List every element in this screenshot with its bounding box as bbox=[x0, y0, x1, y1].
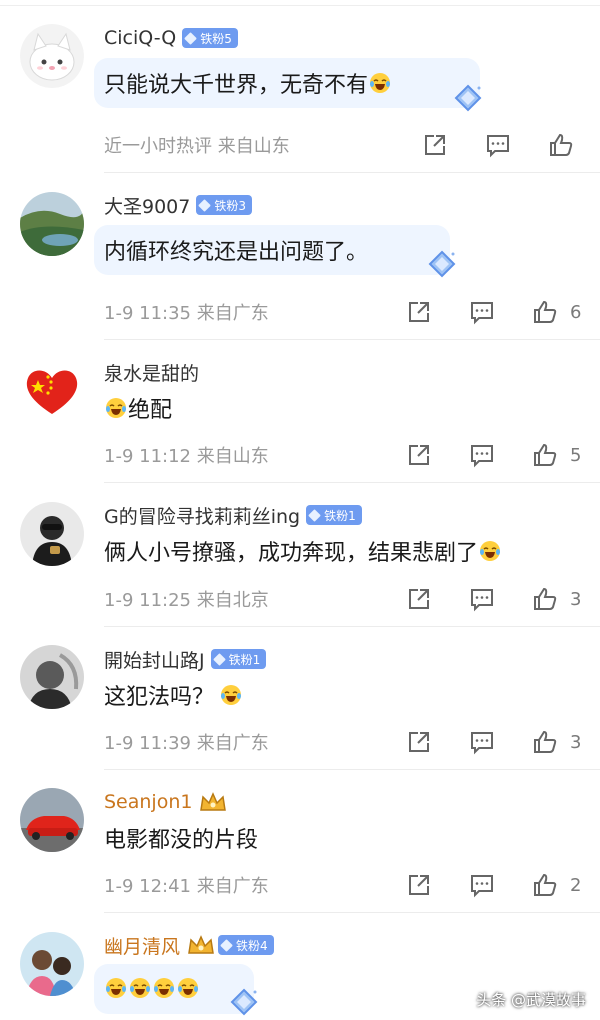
share-button[interactable] bbox=[406, 442, 432, 468]
username[interactable]: CiciQ-Q bbox=[104, 27, 176, 49]
avatar[interactable] bbox=[20, 24, 84, 88]
comment-button[interactable] bbox=[469, 299, 495, 325]
comment-meta: 1-9 11:25 来自北京 bbox=[104, 590, 269, 611]
comment-meta: 1-9 11:35 来自广东 bbox=[104, 303, 269, 324]
laugh-cry-emoji-icon bbox=[129, 977, 151, 999]
fan-badge: 铁粉3 bbox=[196, 195, 252, 215]
share-button[interactable] bbox=[406, 872, 432, 898]
comment-text: 绝配 bbox=[128, 398, 173, 423]
avatar[interactable] bbox=[20, 645, 84, 709]
diamond-icon bbox=[212, 652, 226, 666]
laugh-cry-emoji-icon bbox=[177, 977, 199, 999]
share-button[interactable] bbox=[422, 132, 448, 158]
like-button[interactable]: 3 bbox=[532, 586, 581, 612]
fan-badge: 铁粉5 bbox=[182, 28, 238, 48]
comment-button[interactable] bbox=[469, 586, 495, 612]
diamond-icon bbox=[184, 31, 198, 45]
share-button[interactable] bbox=[406, 299, 432, 325]
watermark: 头条 @武漠故事 bbox=[476, 991, 586, 1009]
diamond-icon bbox=[220, 938, 233, 952]
share-button[interactable] bbox=[406, 586, 432, 612]
comment-text: 俩人小号撩骚，成功奔现，结果悲剧了 bbox=[104, 541, 479, 566]
laugh-cry-emoji-icon bbox=[105, 977, 127, 999]
share-button[interactable] bbox=[406, 729, 432, 755]
crown-icon bbox=[186, 933, 216, 957]
like-button[interactable] bbox=[548, 132, 574, 158]
fan-badge: 铁粉4 bbox=[218, 935, 274, 955]
avatar[interactable] bbox=[20, 788, 84, 852]
like-count: 3 bbox=[570, 731, 582, 753]
comment-meta: 1-9 12:41 来自广东 bbox=[104, 876, 269, 897]
laugh-cry-emoji-icon bbox=[153, 977, 175, 999]
avatar[interactable] bbox=[20, 358, 84, 422]
laugh-cry-emoji-icon bbox=[105, 397, 127, 419]
comment-button[interactable] bbox=[469, 872, 495, 898]
username[interactable]: 開始封山路J bbox=[104, 646, 205, 673]
like-button[interactable]: 6 bbox=[532, 299, 581, 325]
like-button[interactable]: 5 bbox=[532, 442, 581, 468]
comment-button[interactable] bbox=[469, 442, 495, 468]
crown-icon bbox=[198, 790, 228, 814]
comment-meta: 1-9 11:12 来自山东 bbox=[104, 446, 269, 467]
comment-meta: 1-9 11:39 来自广东 bbox=[104, 733, 269, 754]
username[interactable]: Seanjon1 bbox=[104, 791, 192, 813]
bubble-diamond-icon bbox=[428, 250, 456, 278]
diamond-icon bbox=[198, 198, 212, 212]
like-count: 3 bbox=[570, 588, 582, 610]
diamond-icon bbox=[308, 508, 321, 522]
comment-text: 电影都没的片段 bbox=[104, 828, 259, 853]
laugh-cry-emoji-icon bbox=[220, 684, 242, 706]
comment-button[interactable] bbox=[485, 132, 511, 158]
bubble-diamond-icon bbox=[454, 84, 482, 112]
comment-text bbox=[104, 977, 200, 999]
top-divider bbox=[0, 0, 600, 6]
laugh-cry-emoji-icon bbox=[369, 72, 391, 94]
fan-badge: 铁粉1 bbox=[210, 649, 267, 669]
bubble-diamond-icon bbox=[230, 988, 258, 1016]
comment-text: 这犯法吗？ bbox=[104, 685, 215, 710]
username[interactable]: 大圣9007 bbox=[104, 192, 190, 219]
like-count: 5 bbox=[570, 444, 582, 466]
avatar[interactable] bbox=[20, 502, 84, 566]
avatar[interactable] bbox=[20, 192, 84, 256]
comment-meta: 近一小时热评 来自山东 bbox=[104, 136, 290, 157]
like-count: 2 bbox=[570, 874, 582, 896]
username[interactable]: G的冒险寻找莉莉丝ing bbox=[104, 502, 300, 529]
like-count: 6 bbox=[570, 301, 582, 323]
like-button[interactable]: 2 bbox=[532, 872, 581, 898]
avatar[interactable] bbox=[20, 932, 84, 996]
comment-text: 只能说大千世界，无奇不有 bbox=[104, 73, 369, 98]
laugh-cry-emoji-icon bbox=[479, 540, 501, 562]
username[interactable]: 幽月清风 bbox=[104, 932, 180, 959]
username[interactable]: 泉水是甜的 bbox=[104, 359, 199, 386]
like-button[interactable]: 3 bbox=[532, 729, 581, 755]
comment-text: 内循环终究还是出问题了。 bbox=[104, 240, 369, 265]
comment-button[interactable] bbox=[469, 729, 495, 755]
fan-badge: 铁粉1 bbox=[306, 505, 362, 525]
